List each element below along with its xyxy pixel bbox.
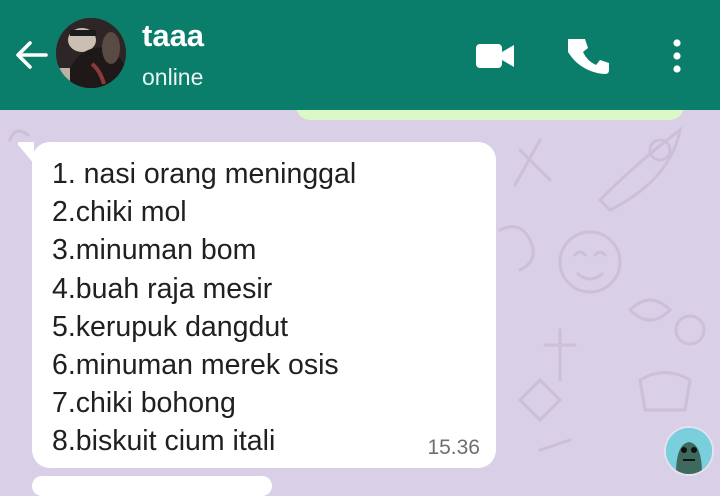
more-vertical-icon[interactable]	[660, 34, 704, 78]
message-line: 5.kerupuk dangdut	[52, 310, 289, 343]
contact-status: online	[142, 64, 204, 90]
contact-name[interactable]: taaa	[142, 18, 204, 54]
message-line: 3.minuman bom	[52, 234, 257, 267]
contact-avatar[interactable]	[56, 18, 126, 88]
message-line: 2.chiki mol	[52, 196, 187, 229]
message-line: 7.chiki bohong	[52, 387, 236, 420]
message-text: 1. nasi orang meninggal 2.chiki mol 3.mi…	[52, 155, 356, 461]
sticker-avatar-button[interactable]	[664, 426, 714, 476]
message-line: 4.buah raja mesir	[52, 272, 273, 305]
video-call-icon[interactable]	[473, 34, 517, 78]
next-message-bubble	[32, 476, 272, 496]
arrow-left-icon[interactable]	[10, 34, 52, 76]
incoming-message-bubble[interactable]: 1. nasi orang meninggal 2.chiki mol 3.mi…	[32, 142, 496, 468]
message-line: 1. nasi orang meninggal	[52, 158, 357, 190]
message-line: 6.minuman merek osis	[52, 349, 339, 382]
message-line: 8.biskuit cium itali	[52, 425, 276, 458]
chat-header: taaa online	[0, 0, 720, 110]
phone-icon[interactable]	[568, 34, 612, 78]
message-timestamp: 15.36	[427, 436, 480, 459]
